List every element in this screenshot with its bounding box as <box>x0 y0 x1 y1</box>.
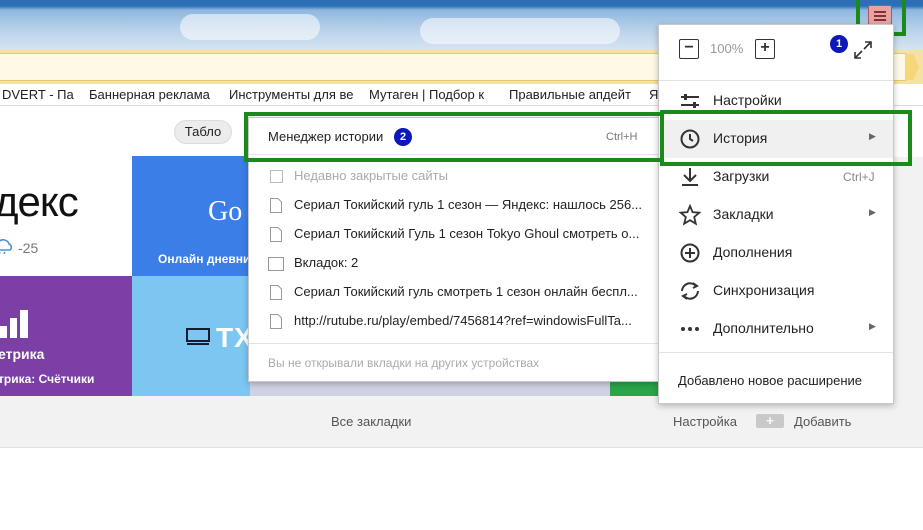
page-icon <box>270 170 283 183</box>
zoom-in-button[interactable]: + <box>755 39 775 59</box>
bookmark-item[interactable]: Правильные апдейт <box>509 87 635 102</box>
tile-tx[interactable]: TX <box>132 276 250 396</box>
history-list-item[interactable]: Сериал Токийский гуль смотреть 1 сезон о… <box>249 278 660 307</box>
weather-cloud-icon <box>0 239 13 254</box>
tile-title: TX <box>216 322 250 353</box>
settings-sliders-icon <box>681 94 699 108</box>
zoom-level: 100% <box>710 41 744 56</box>
menu-item-label: Синхронизация <box>713 282 815 298</box>
recently-closed-label: Недавно закрытые сайты <box>294 168 448 183</box>
tabs-icon <box>268 257 284 271</box>
more-dots-icon <box>681 327 699 331</box>
history-list-item[interactable]: http://rutube.ru/play/embed/7456814?ref=… <box>249 307 660 336</box>
tile-subtitle: трика: Счётчики <box>0 372 95 386</box>
menu-item-extensions[interactable]: Дополнения <box>659 234 893 272</box>
zoom-row: − 100% + 1 <box>659 25 893 75</box>
browser-main-menu: − 100% + 1 Настройки История ▶ Загрузки … <box>658 24 894 404</box>
add-icon[interactable]: + <box>756 414 784 428</box>
submenu-arrow-icon: ▶ <box>869 207 876 217</box>
download-icon <box>682 168 698 186</box>
menu-item-label: Дополнительно <box>713 320 814 336</box>
document-icon <box>270 198 282 213</box>
add-link[interactable]: Добавить <box>794 414 851 429</box>
submenu-arrow-icon: ▶ <box>869 321 876 331</box>
menu-item-label: Закладки <box>713 206 774 222</box>
tile-yandex[interactable]: декс -25 <box>0 156 132 276</box>
star-icon <box>679 204 701 226</box>
tile-title: Go <box>208 196 243 227</box>
history-item-label: Сериал Токийский Гуль 1 сезон Tokyo Ghou… <box>294 226 640 241</box>
history-list-item[interactable]: Вкладок: 2 <box>249 249 660 278</box>
plus-circle-icon <box>680 243 700 263</box>
separator <box>659 80 893 81</box>
history-manager-highlight <box>244 112 664 162</box>
bookmark-item[interactable]: Инструменты для ве <box>229 87 355 102</box>
weather-temperature: -25 <box>18 240 39 256</box>
shortcut-label: Ctrl+J <box>843 170 875 184</box>
all-bookmarks-link[interactable]: Все закладки <box>331 414 411 429</box>
menu-item-label: Загрузки <box>713 168 770 184</box>
sync-icon <box>681 282 699 300</box>
history-list-item[interactable]: Сериал Токийский Гуль 1 сезон Tokyo Ghou… <box>249 220 660 249</box>
document-icon <box>270 285 282 300</box>
separator <box>249 343 660 344</box>
document-icon <box>270 227 282 242</box>
tile-title: декс <box>0 178 79 225</box>
bookmark-item[interactable]: Баннерная реклама <box>89 87 214 102</box>
document-icon <box>270 314 282 329</box>
tablo-pill[interactable]: Табло <box>174 120 232 144</box>
tile-metrika[interactable]: етрика трика: Счётчики <box>0 276 132 396</box>
other-devices-note: Вы не открывали вкладки на других устрой… <box>249 350 660 379</box>
tile-title: етрика <box>0 346 45 362</box>
menu-item-more[interactable]: Дополнительно ▶ <box>659 310 893 348</box>
history-item-highlight <box>660 110 912 166</box>
separator <box>659 352 893 353</box>
tile-strip[interactable] <box>250 380 612 396</box>
menu-item-sync[interactable]: Синхронизация <box>659 272 893 310</box>
new-extension-note[interactable]: Добавлено новое расширение <box>678 373 862 388</box>
sky-cloud <box>180 14 320 40</box>
sky-cloud <box>420 18 620 44</box>
bookmark-item[interactable]: DVERT - Пар <box>2 87 74 102</box>
history-item-label: Вкладок: 2 <box>294 255 359 270</box>
other-devices-label: Вы не открывали вкладки на других устрой… <box>268 356 540 370</box>
settings-link[interactable]: Настройка <box>673 414 737 429</box>
monitor-icon <box>186 328 210 345</box>
menu-item-bookmarks[interactable]: Закладки ▶ <box>659 196 893 234</box>
menu-item-label: Дополнения <box>713 244 793 260</box>
history-item-label: Сериал Токийский гуль 1 сезон — Яндекс: … <box>294 197 643 212</box>
fullscreen-icon[interactable] <box>854 41 872 59</box>
history-item-label: Сериал Токийский гуль смотреть 1 сезон о… <box>294 284 638 299</box>
step-badge: 1 <box>830 35 848 53</box>
history-list-item[interactable]: Сериал Токийский гуль 1 сезон — Яндекс: … <box>249 191 660 220</box>
recently-closed-header: Недавно закрытые сайты <box>249 162 660 191</box>
tile-subtitle: Онлайн дневни <box>158 252 250 266</box>
metrika-bars-icon <box>0 310 28 338</box>
tile-google[interactable]: Go Онлайн дневни <box>132 156 250 276</box>
bookmark-item[interactable]: Мутаген | Подбор к <box>369 87 495 102</box>
history-item-label: http://rutube.ru/play/embed/7456814?ref=… <box>294 313 632 328</box>
zoom-out-button[interactable]: − <box>679 39 699 59</box>
page-bottom <box>0 447 923 530</box>
menu-item-label: Настройки <box>713 92 782 108</box>
